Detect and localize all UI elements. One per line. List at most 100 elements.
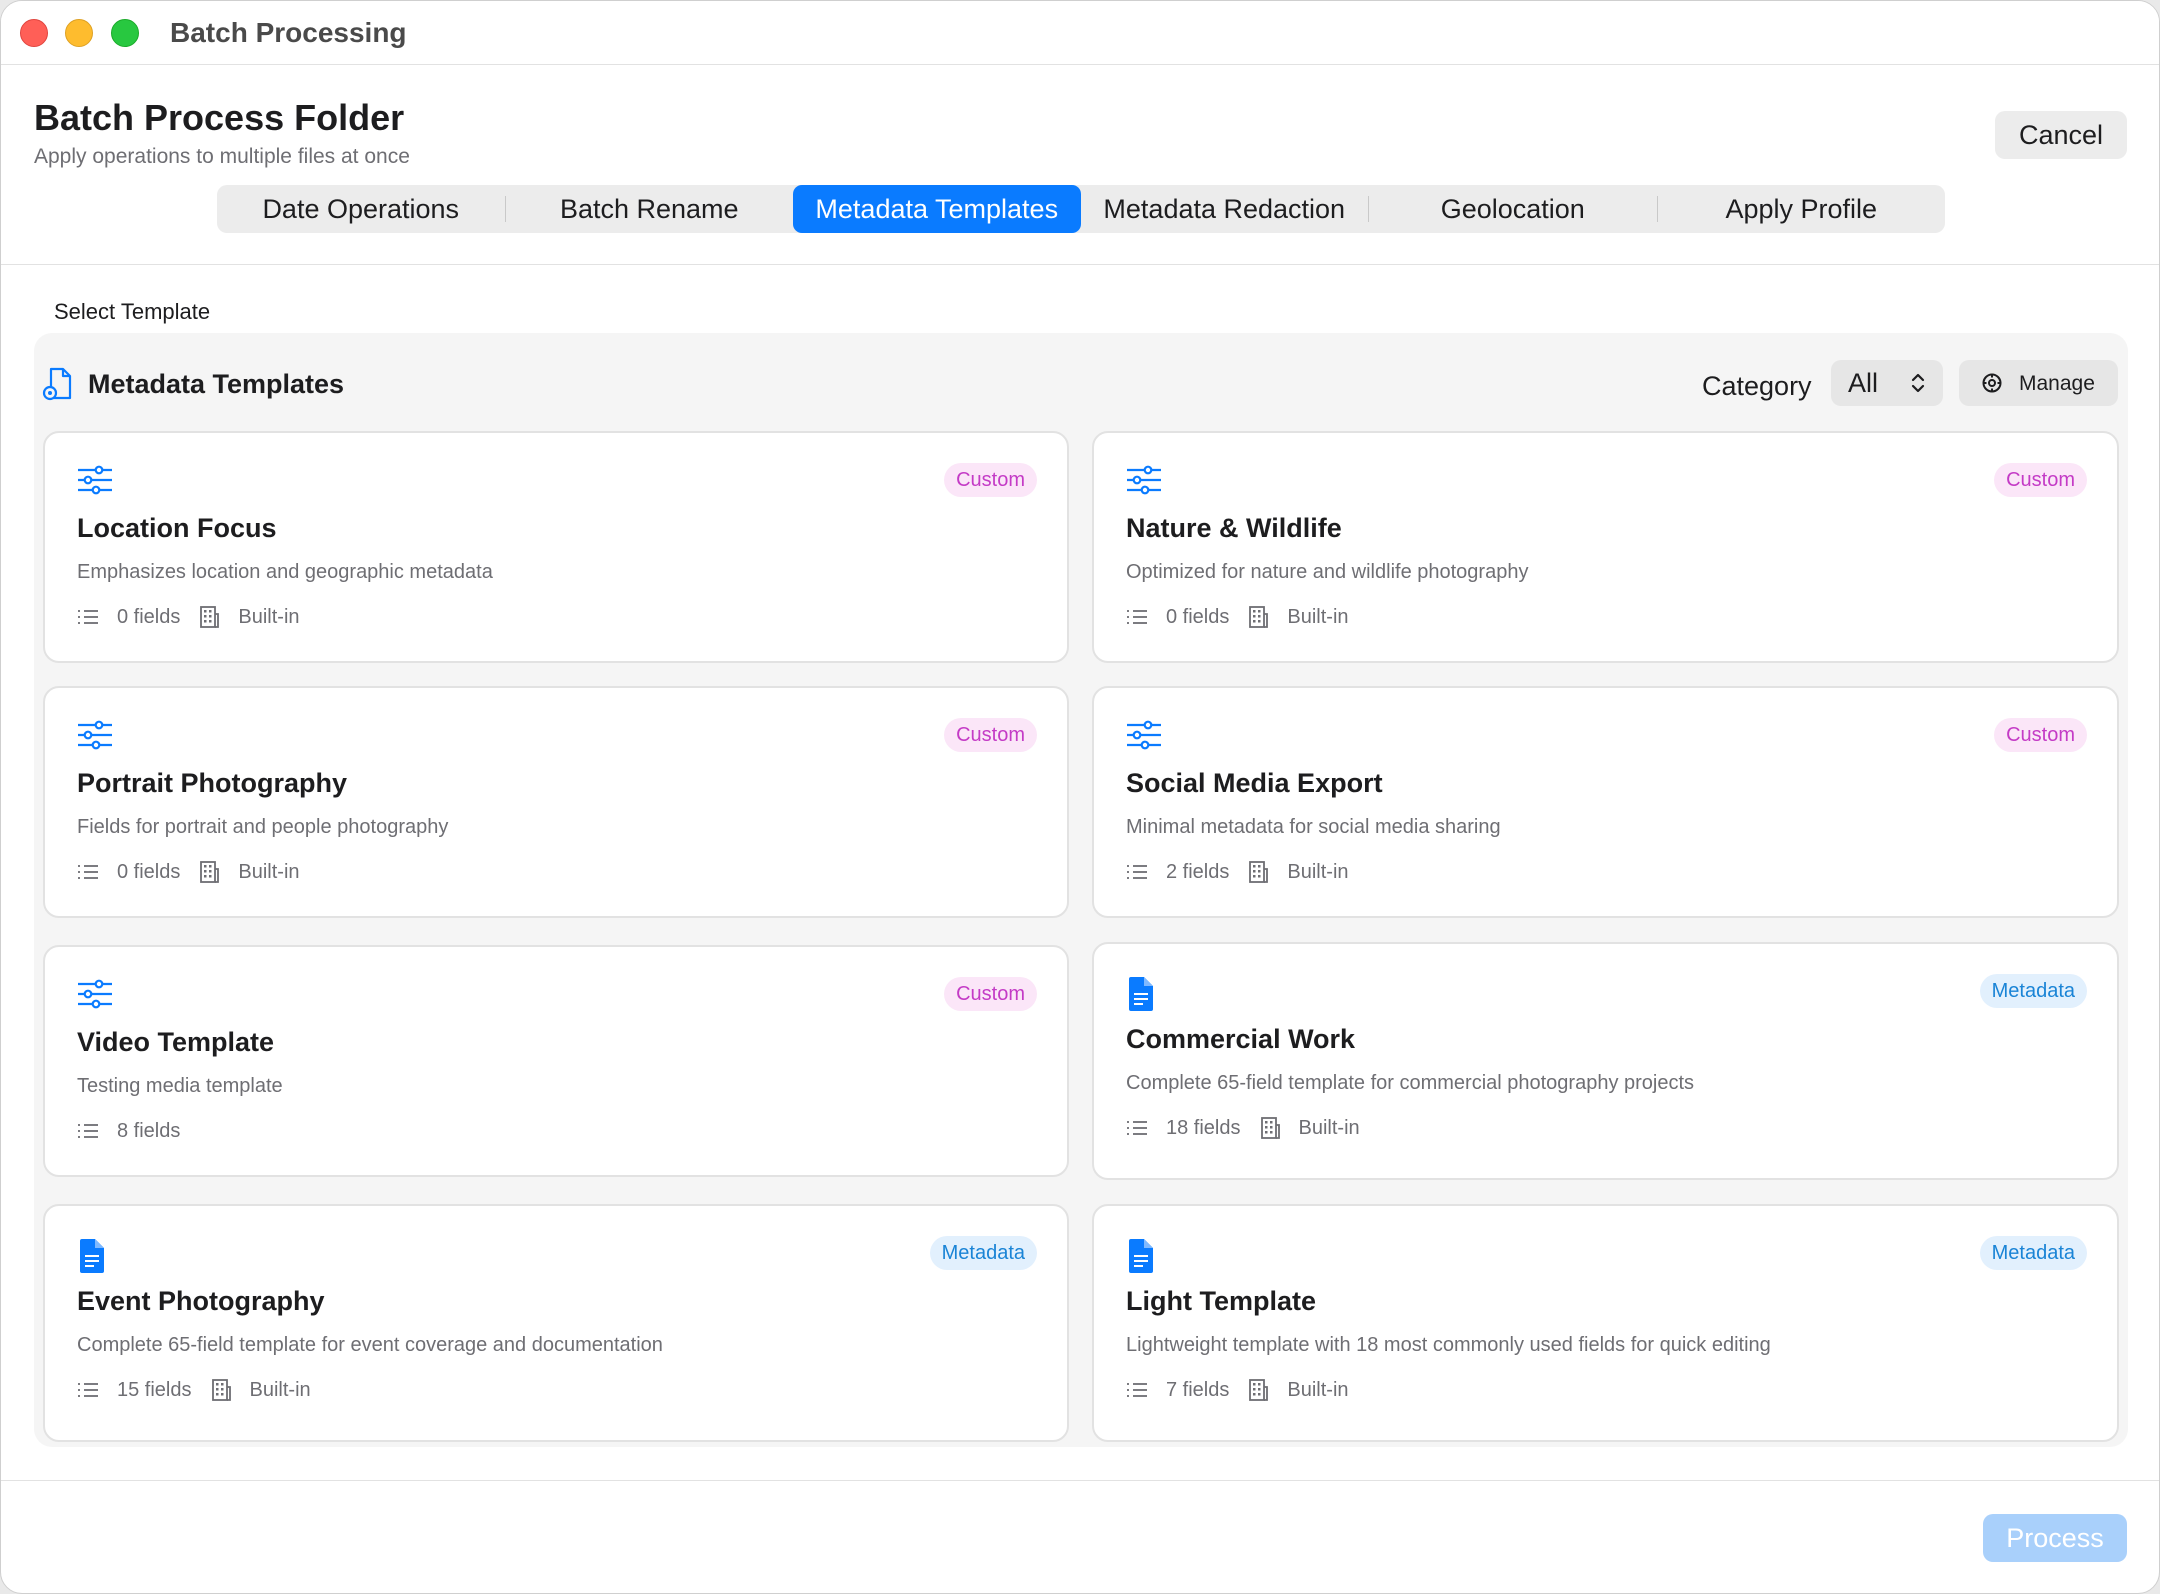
panel-title: Metadata Templates (88, 369, 345, 399)
badge-custom: Custom (1994, 718, 2087, 752)
template-meta: 0 fields Built-in (77, 603, 300, 631)
template-title: Portrait Photography (77, 768, 348, 798)
list-icon (1127, 1121, 1147, 1135)
building-icon (1249, 861, 1269, 883)
list-icon (1127, 610, 1147, 624)
sliders-icon (78, 465, 112, 495)
badge-metadata: Metadata (1979, 974, 2087, 1008)
template-title: Social Media Export (1126, 768, 1383, 798)
tab-metadata-templates[interactable]: Metadata Templates (793, 185, 1081, 233)
templates-panel: Metadata Templates Category All Manage C… (34, 333, 2128, 1447)
field-count: 0 fields (117, 605, 181, 628)
list-icon (78, 865, 98, 879)
manage-button[interactable]: Manage (1959, 360, 2118, 406)
building-icon (200, 606, 220, 628)
list-icon (1127, 865, 1147, 879)
dialog-footer: Process (1, 1480, 2159, 1593)
template-source: Built-in (1298, 1116, 1360, 1139)
template-card-nature-wildlife[interactable]: Custom Nature & Wildlife Optimized for n… (1092, 431, 2119, 663)
category-label: Category (1702, 371, 1812, 401)
template-source: Built-in (1287, 860, 1349, 883)
operation-tabs: Date Operations Batch Rename Metadata Te… (217, 185, 1945, 233)
tab-geolocation[interactable]: Geolocation (1369, 185, 1657, 233)
template-source: Built-in (249, 1378, 311, 1401)
field-count: 15 fields (117, 1378, 192, 1401)
template-card-portrait-photography[interactable]: Custom Portrait Photography Fields for p… (43, 686, 1069, 918)
field-count: 0 fields (1166, 605, 1230, 628)
badge-custom: Custom (944, 463, 1037, 497)
field-count: 7 fields (1166, 1378, 1230, 1401)
sliders-icon (1127, 465, 1161, 495)
template-description: Complete 65-field template for event cov… (77, 1334, 663, 1356)
minimize-window-button[interactable] (65, 19, 93, 47)
list-icon (78, 610, 98, 624)
building-icon (211, 1379, 231, 1401)
document-icon (1129, 1239, 1153, 1273)
template-card-light-template[interactable]: Metadata Light Template Lightweight temp… (1092, 1204, 2119, 1442)
template-source: Built-in (1287, 605, 1349, 628)
document-icon (80, 1239, 104, 1273)
list-icon (78, 1124, 98, 1138)
template-card-event-photography[interactable]: Metadata Event Photography Complete 65-f… (43, 1204, 1069, 1442)
window-title: Batch Processing (170, 17, 407, 48)
document-icon (1129, 977, 1153, 1011)
process-button[interactable]: Process (1983, 1514, 2127, 1562)
template-card-commercial-work[interactable]: Metadata Commercial Work Complete 65-fie… (1092, 942, 2119, 1180)
template-meta: 7 fields Built-in (1126, 1376, 1349, 1404)
sliders-icon (78, 720, 112, 750)
sliders-icon (78, 979, 112, 1009)
manage-label: Manage (2019, 372, 2095, 395)
template-title: Location Focus (77, 513, 277, 543)
template-title: Event Photography (77, 1286, 325, 1316)
template-meta: 0 fields Built-in (77, 858, 300, 886)
template-title: Light Template (1126, 1286, 1317, 1316)
category-value: All (1848, 367, 1879, 398)
batch-processing-window: Batch Processing Batch Process Folder Ap… (0, 0, 2160, 1594)
template-description: Testing media template (77, 1075, 283, 1097)
gear-icon (1982, 373, 2002, 393)
template-source: Built-in (1287, 1378, 1349, 1401)
template-card-video-template[interactable]: Custom Video Template Testing media temp… (43, 945, 1069, 1177)
template-description: Optimized for nature and wildlife photog… (1126, 561, 1529, 583)
tab-apply-profile[interactable]: Apply Profile (1658, 185, 1946, 233)
category-select[interactable]: All (1831, 360, 1943, 406)
building-icon (1249, 1379, 1269, 1401)
template-description: Lightweight template with 18 most common… (1126, 1334, 1771, 1356)
dialog-header: Batch Process Folder Apply operations to… (1, 65, 2159, 265)
cancel-button[interactable]: Cancel (1995, 111, 2127, 159)
building-icon (1249, 606, 1269, 628)
badge-metadata: Metadata (1979, 1236, 2087, 1270)
badge-custom: Custom (944, 977, 1037, 1011)
field-count: 0 fields (117, 860, 181, 883)
template-card-social-media-export[interactable]: Custom Social Media Export Minimal metad… (1092, 686, 2119, 918)
template-source: Built-in (238, 860, 300, 883)
sliders-icon (1127, 720, 1161, 750)
zoom-window-button[interactable] (111, 19, 139, 47)
building-icon (200, 861, 220, 883)
close-window-button[interactable] (20, 19, 48, 47)
select-template-label: Select Template (54, 299, 211, 324)
tab-metadata-redaction[interactable]: Metadata Redaction (1081, 185, 1369, 233)
template-meta: 0 fields Built-in (1126, 603, 1349, 631)
template-description: Minimal metadata for social media sharin… (1126, 816, 1501, 838)
document-gear-icon (42, 367, 72, 401)
field-count: 2 fields (1166, 860, 1230, 883)
tab-date-operations[interactable]: Date Operations (217, 185, 505, 233)
template-card-location-focus[interactable]: Custom Location Focus Emphasizes locatio… (43, 431, 1069, 663)
template-title: Video Template (77, 1027, 275, 1057)
page-title: Batch Process Folder (34, 97, 405, 138)
template-meta: 18 fields Built-in (1126, 1114, 1360, 1142)
building-icon (1260, 1117, 1280, 1139)
template-meta: 8 fields (77, 1117, 198, 1145)
field-count: 8 fields (117, 1119, 181, 1142)
badge-metadata: Metadata (929, 1236, 1037, 1270)
field-count: 18 fields (1166, 1116, 1241, 1139)
template-meta: 15 fields Built-in (77, 1376, 311, 1404)
badge-custom: Custom (1994, 463, 2087, 497)
page-subtitle: Apply operations to multiple files at on… (34, 145, 410, 168)
title-bar: Batch Processing (1, 1, 2159, 65)
list-icon (78, 1383, 98, 1397)
template-title: Commercial Work (1126, 1024, 1356, 1054)
up-down-chevron-icon (1911, 373, 1925, 393)
tab-batch-rename[interactable]: Batch Rename (506, 185, 794, 233)
